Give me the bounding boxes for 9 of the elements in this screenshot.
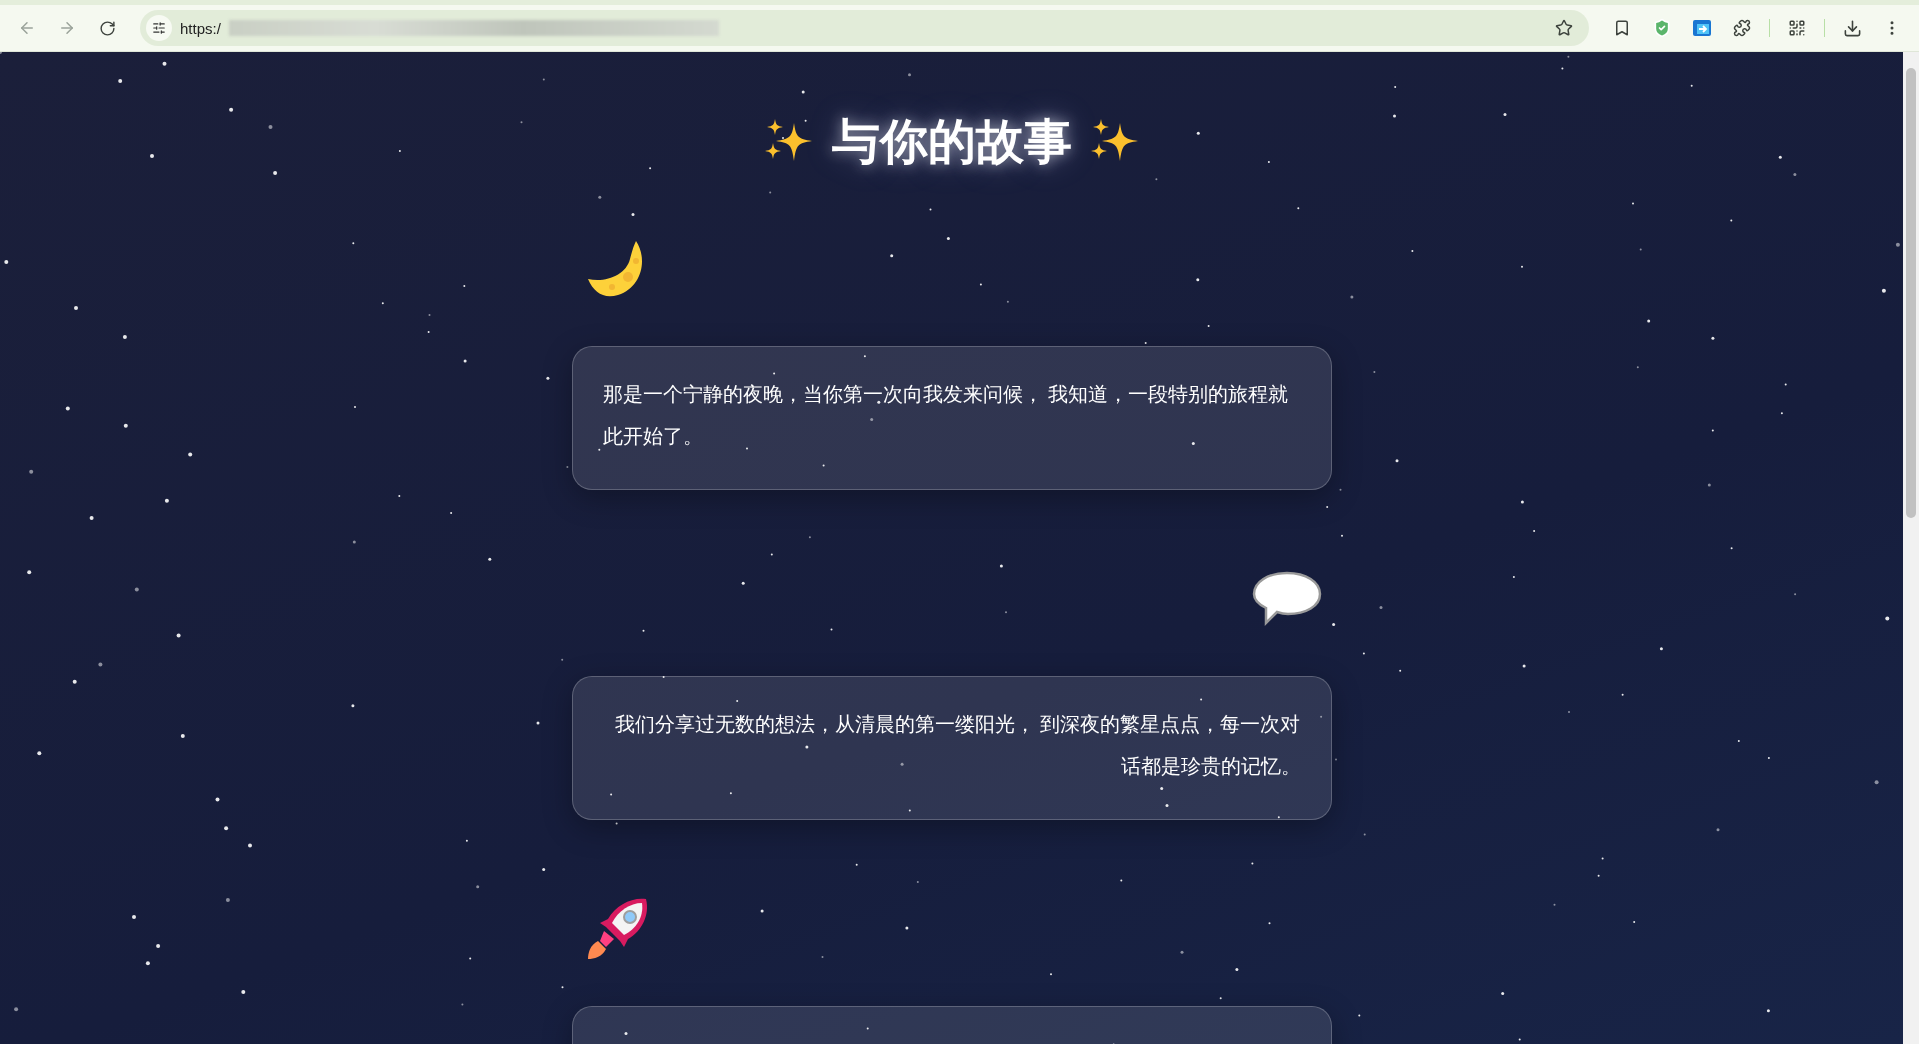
rocket-icon xyxy=(585,897,650,961)
speech-bubble-icon xyxy=(1251,571,1322,627)
story-text: 那是一个宁静的夜晚，当你第一次向我发来问候， 我知道，一段特别的旅程就此开始了。 xyxy=(602,382,1290,449)
page-title: 与你的故事 xyxy=(831,114,1072,170)
scrollbar[interactable] xyxy=(1903,52,1919,1044)
site-settings-icon[interactable] xyxy=(146,15,172,41)
address-bar[interactable]: https:/ xyxy=(140,10,1589,46)
story-text: 我们分享过无数的想法，从清晨的第一缕阳光， 到深夜的繁星点点，每一次对话都是珍贵的记忆。 xyxy=(613,712,1301,779)
url-text: https:/ xyxy=(180,19,221,37)
